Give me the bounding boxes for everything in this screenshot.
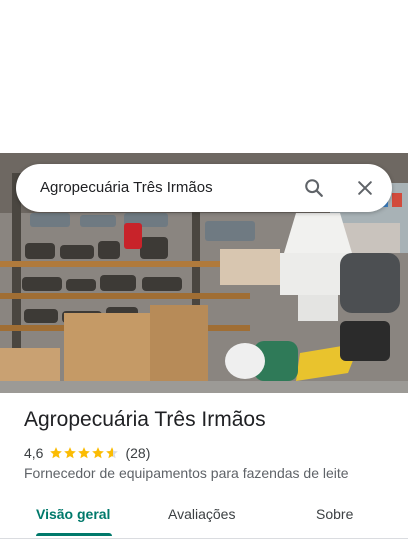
star-icon	[64, 447, 77, 459]
star-icon	[92, 447, 105, 459]
rating-value: 4,6	[24, 445, 44, 461]
place-category: Fornecedor de equipamentos para fazendas…	[24, 465, 349, 481]
star-icon	[50, 447, 63, 459]
search-button[interactable]	[298, 172, 330, 204]
place-tabs: Visão geral Avaliações Sobre	[0, 494, 408, 539]
active-tab-indicator	[36, 533, 112, 536]
rating-stars	[49, 446, 119, 460]
star-icon	[78, 447, 91, 459]
clear-search-button[interactable]	[349, 172, 381, 204]
place-title: Agropecuária Três Irmãos	[24, 408, 266, 431]
tab-reviews[interactable]: Avaliações	[168, 494, 235, 534]
star-icon	[106, 447, 119, 459]
tab-about[interactable]: Sobre	[316, 494, 353, 534]
rating-row[interactable]: 4,6 (28)	[24, 444, 150, 462]
review-count[interactable]: (28)	[125, 445, 150, 461]
search-icon	[305, 179, 323, 197]
search-input[interactable]: Agropecuária Três Irmãos	[40, 164, 213, 212]
search-bar[interactable]: Agropecuária Três Irmãos	[16, 164, 392, 212]
tab-overview[interactable]: Visão geral	[36, 494, 110, 534]
close-icon	[358, 181, 372, 195]
